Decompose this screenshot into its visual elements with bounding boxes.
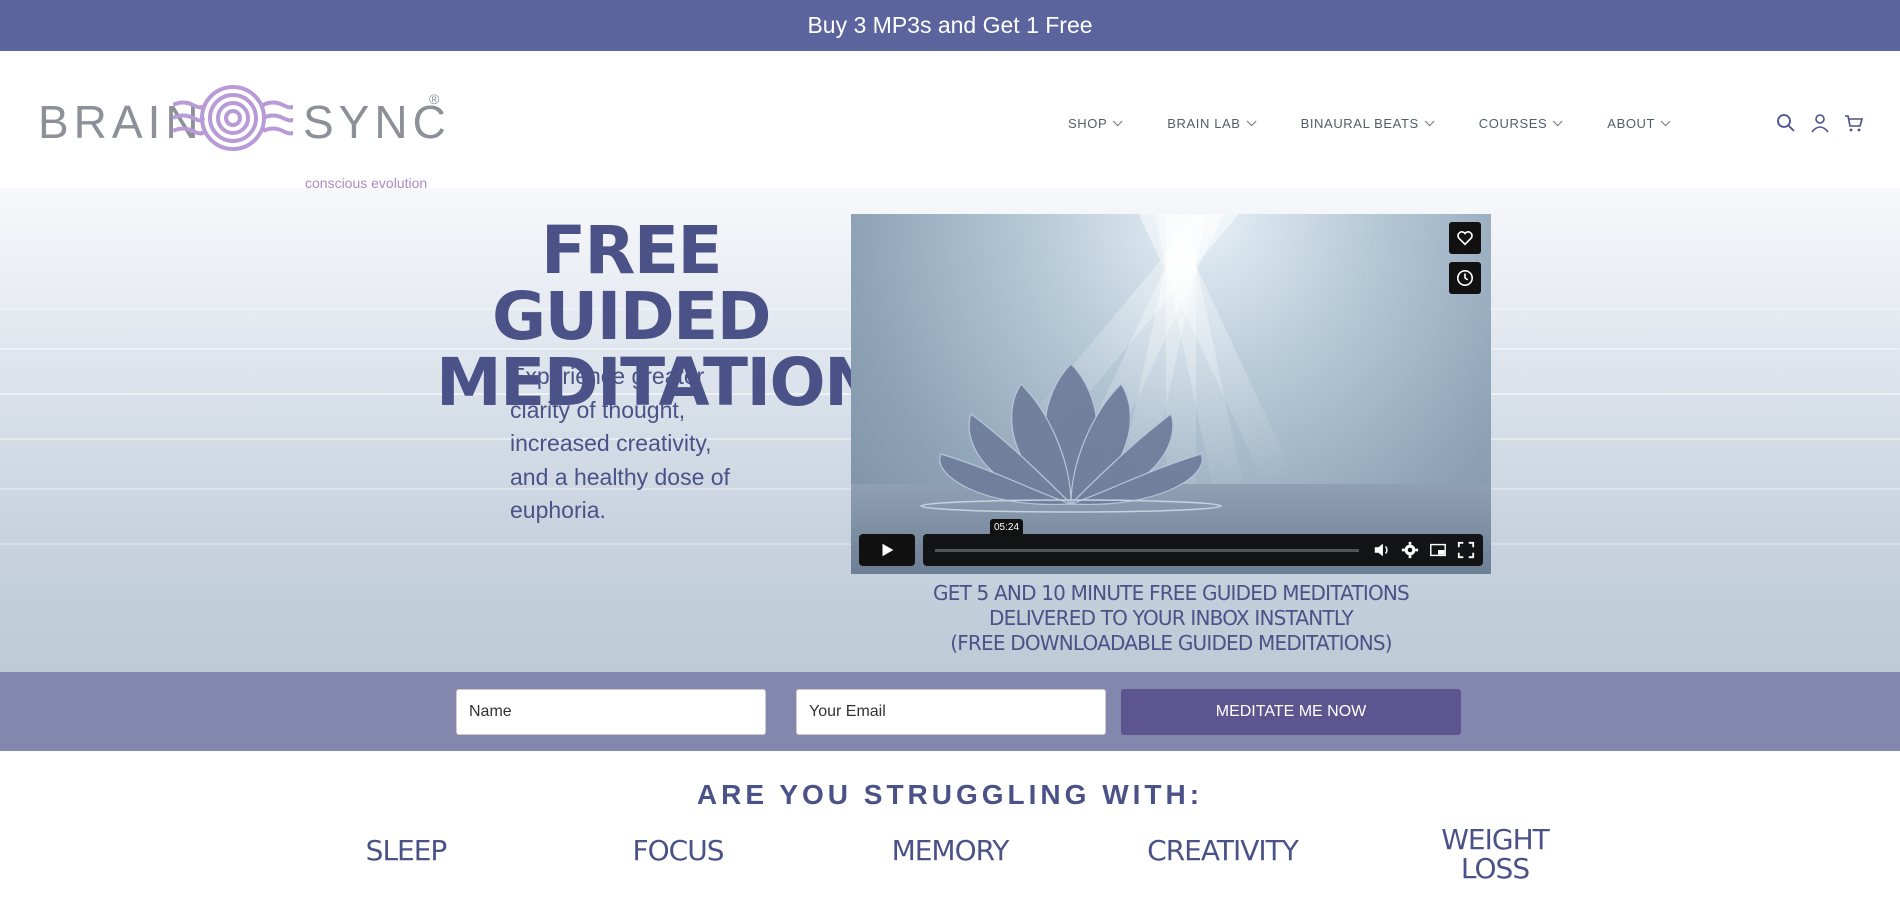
nav-item-about[interactable]: ABOUT bbox=[1607, 116, 1671, 131]
clock-icon[interactable] bbox=[1449, 262, 1481, 294]
account-icon[interactable] bbox=[1810, 113, 1830, 133]
topic-weight-loss-line: LOSS bbox=[1460, 852, 1530, 885]
nav-label: BRAIN LAB bbox=[1167, 116, 1241, 131]
main-nav: SHOP BRAIN LAB BINAURAL BEATS COURSES AB… bbox=[1068, 116, 1715, 131]
promo-text[interactable]: Buy 3 MP3s and Get 1 Free bbox=[807, 12, 1092, 39]
nav-label: COURSES bbox=[1478, 116, 1548, 131]
nav-item-shop[interactable]: SHOP bbox=[1068, 116, 1123, 131]
fullscreen-icon[interactable] bbox=[1457, 541, 1475, 559]
progress-track[interactable] bbox=[935, 548, 1359, 552]
video-controls: 05:24 bbox=[859, 519, 1483, 566]
topic-weight-loss-line: WEIGHT bbox=[1441, 823, 1550, 856]
hero-subtitle-line: euphoria. bbox=[510, 497, 606, 523]
nav-label: ABOUT bbox=[1607, 116, 1656, 131]
nav-item-courses[interactable]: COURSES bbox=[1478, 116, 1563, 131]
header-icons bbox=[1776, 113, 1864, 133]
email-field[interactable]: Your Email bbox=[796, 689, 1106, 735]
chevron-down-icon bbox=[1552, 116, 1563, 127]
hero-title-line1: FREE GUIDED bbox=[492, 212, 771, 355]
logo-spiral-icon bbox=[173, 85, 293, 151]
volume-icon[interactable] bbox=[1373, 541, 1391, 559]
hero-section: FREE GUIDED MEDITATIONS Experience great… bbox=[0, 188, 1900, 672]
caption-line: DELIVERED TO YOUR INBOX INSTANTLY bbox=[989, 606, 1354, 630]
brain-sync-logo[interactable]: BRAIN SYNC ® conscious evolution bbox=[38, 83, 448, 191]
settings-icon[interactable] bbox=[1401, 541, 1419, 559]
topic-sleep[interactable]: SLEEP bbox=[346, 836, 466, 865]
struggle-heading: ARE YOU STRUGGLING WITH: bbox=[696, 779, 1204, 810]
hero-subtitle-line: clarity of thought, bbox=[510, 396, 686, 423]
play-icon[interactable] bbox=[859, 534, 915, 566]
chevron-down-icon bbox=[1112, 116, 1123, 127]
caption-line: GET 5 AND 10 MINUTE FREE GUIDED MEDITATI… bbox=[933, 581, 1410, 605]
name-placeholder: Name bbox=[469, 703, 512, 720]
caption-line: (FREE DOWNLOADABLE GUIDED MEDITATIONS) bbox=[950, 631, 1392, 655]
video-player[interactable]: 05:24 bbox=[851, 214, 1491, 574]
nav-item-brain-lab[interactable]: BRAIN LAB bbox=[1167, 116, 1257, 131]
topic-weight-loss[interactable]: WEIGHT LOSS bbox=[1420, 825, 1570, 883]
promo-bar[interactable]: Buy 3 MP3s and Get 1 Free bbox=[0, 0, 1900, 51]
topic-memory[interactable]: MEMORY bbox=[880, 836, 1020, 865]
chevron-down-icon bbox=[1246, 116, 1257, 127]
video-time: 05:24 bbox=[990, 519, 1024, 536]
control-icons bbox=[1373, 541, 1475, 559]
pip-icon[interactable] bbox=[1429, 541, 1447, 559]
cart-icon[interactable] bbox=[1844, 113, 1864, 133]
chevron-down-icon bbox=[1424, 116, 1435, 127]
hero-subtitle-line: Experience greater bbox=[510, 363, 705, 389]
site-header: BRAIN SYNC ® conscious evolution SHOP BR… bbox=[0, 51, 1900, 191]
name-field[interactable]: Name bbox=[456, 689, 766, 735]
heart-icon[interactable] bbox=[1449, 222, 1481, 254]
signup-form: Name Your Email MEDITATE ME NOW bbox=[0, 672, 1900, 751]
hero-subtitle-line: increased creativity, bbox=[510, 430, 712, 456]
search-icon[interactable] bbox=[1776, 113, 1796, 133]
nav-label: SHOP bbox=[1068, 116, 1108, 131]
progress-bar[interactable]: 05:24 bbox=[923, 519, 1483, 566]
meditate-me-now-button[interactable]: MEDITATE ME NOW bbox=[1121, 689, 1461, 735]
nav-item-binaural-beats[interactable]: BINAURAL BEATS bbox=[1300, 116, 1435, 131]
topic-creativity[interactable]: CREATIVITY bbox=[1140, 836, 1305, 865]
topic-focus[interactable]: FOCUS bbox=[618, 836, 738, 865]
lotus-image bbox=[920, 363, 1222, 513]
video-caption: GET 5 AND 10 MINUTE FREE GUIDED MEDITATI… bbox=[851, 581, 1491, 656]
email-placeholder: Your Email bbox=[809, 703, 886, 720]
nav-label: BINAURAL BEATS bbox=[1300, 116, 1419, 131]
chevron-down-icon bbox=[1660, 116, 1671, 127]
hero-subtitle-line: and a healthy dose of bbox=[510, 463, 730, 490]
logo-registered-mark: ® bbox=[429, 91, 440, 107]
hero-subtitle: Experience greater clarity of thought, i… bbox=[510, 360, 760, 528]
